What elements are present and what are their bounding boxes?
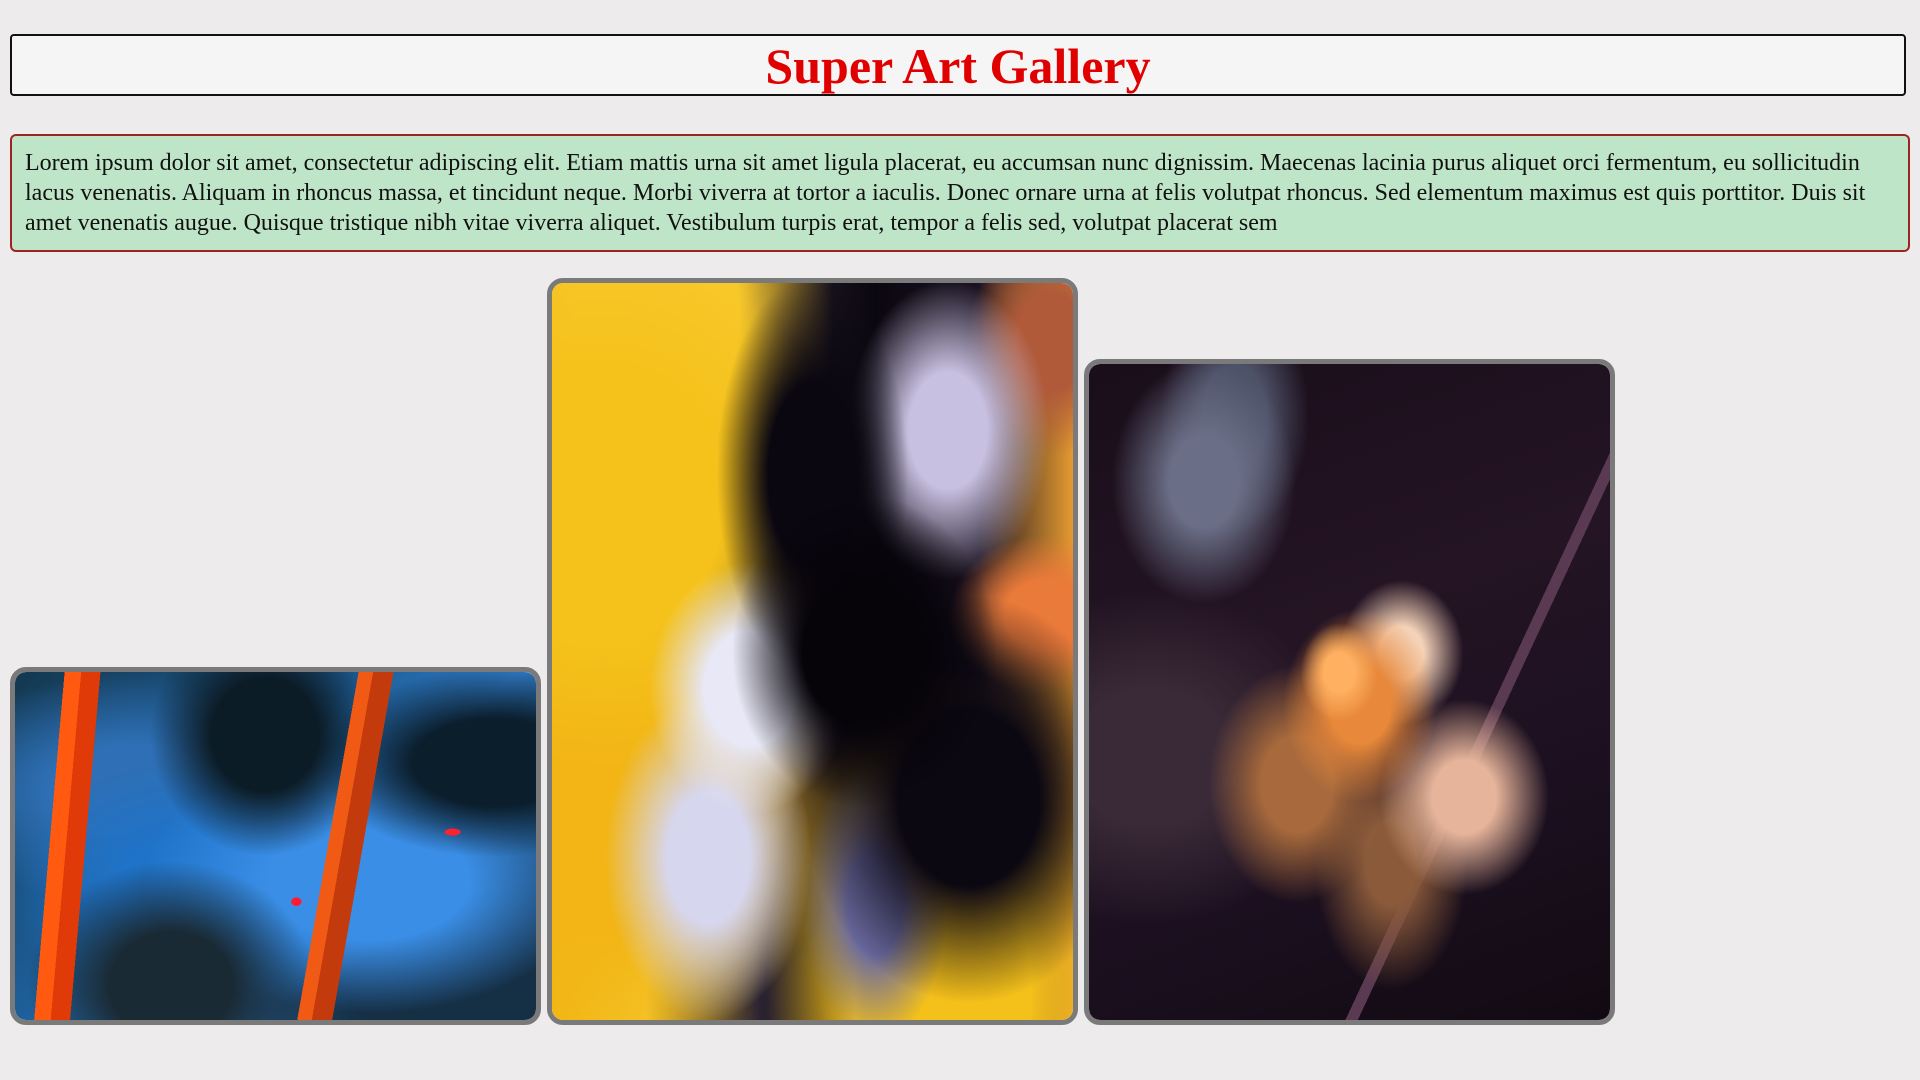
artwork-image-1[interactable]	[10, 667, 541, 1025]
abstract-orange-nebula-painting	[1089, 364, 1610, 1020]
intro-paragraph: Lorem ipsum dolor sit amet, consectetur …	[25, 150, 1866, 236]
gallery-page: Super Art Gallery Lorem ipsum dolor sit …	[0, 0, 1920, 1080]
artwork-image-2[interactable]	[547, 278, 1078, 1025]
abstract-yellow-black-fluid-painting	[552, 283, 1073, 1020]
abstract-blue-orange-painting	[15, 672, 536, 1020]
title-banner: Super Art Gallery	[10, 34, 1906, 96]
artwork-image-3[interactable]	[1084, 359, 1615, 1025]
intro-text-box: Lorem ipsum dolor sit amet, consectetur …	[10, 134, 1910, 252]
page-title: Super Art Gallery	[765, 38, 1151, 94]
